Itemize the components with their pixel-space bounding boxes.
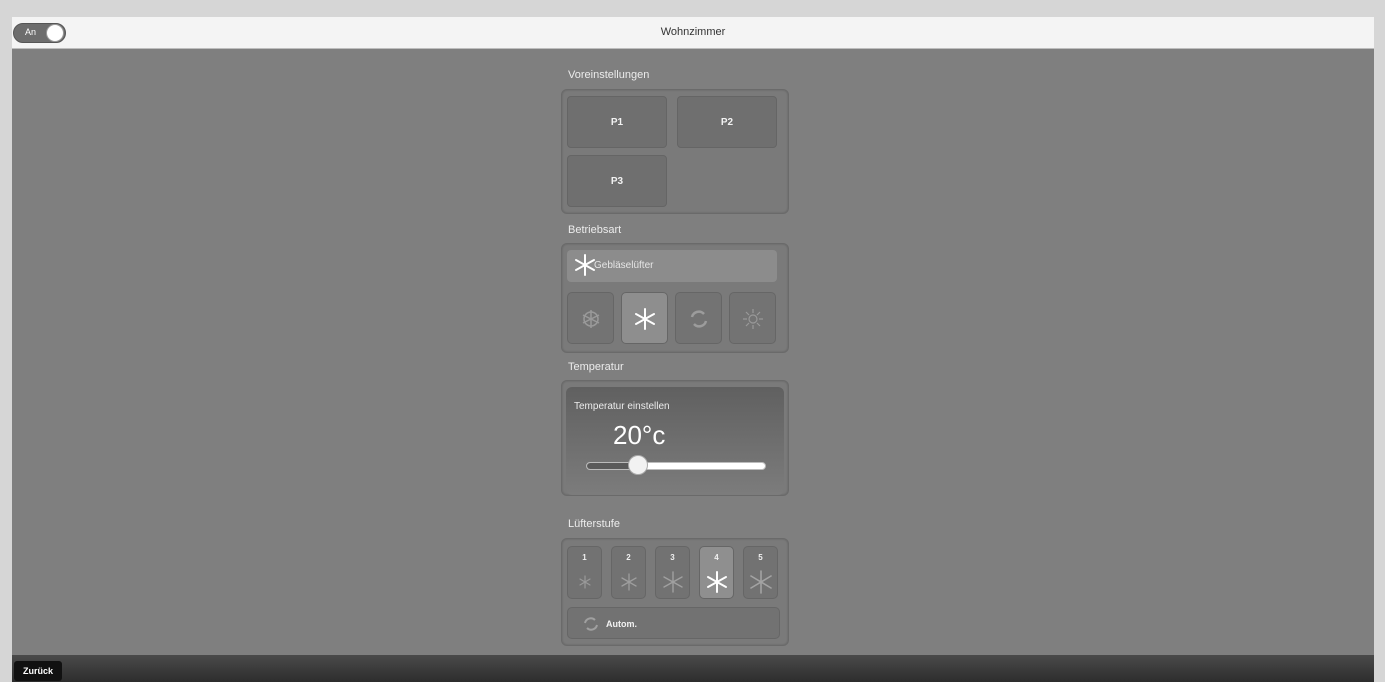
presets-panel: P1 P2 P3: [561, 89, 789, 214]
fan-level-2[interactable]: 2: [611, 546, 646, 599]
temperature-panel: Temperatur einstellen 20°c: [561, 380, 789, 496]
fan-level-1[interactable]: 1: [567, 546, 602, 599]
fan-level-4[interactable]: 4: [699, 546, 734, 599]
temperature-card: Temperatur einstellen 20°c: [566, 387, 784, 495]
mode-current-bar[interactable]: Gebläselüfter: [567, 250, 777, 282]
fan-level-label: 2: [626, 553, 631, 562]
fan-level-label: 5: [758, 553, 763, 562]
fan-icon: [574, 254, 596, 281]
fan-auto-label: Autom.: [606, 619, 637, 629]
mode-button-fan[interactable]: [621, 292, 668, 344]
room-title: Wohnzimmer: [660, 26, 726, 38]
fan-speed-panel: 1 2 3 4 5 Autom.: [561, 538, 789, 646]
fan-level-3[interactable]: 3: [655, 546, 690, 599]
mode-title: Betriebsart: [568, 224, 622, 236]
temperature-slider[interactable]: [586, 462, 766, 470]
footer-bar: Zurück: [12, 655, 1374, 682]
mode-button-auto[interactable]: [675, 292, 722, 344]
fan-level-label: 1: [582, 553, 587, 562]
preset-button-p1[interactable]: P1: [567, 96, 667, 148]
header-bar: An Wohnzimmer: [12, 17, 1374, 49]
temperature-label: Temperatur einstellen: [574, 401, 670, 412]
temperature-title: Temperatur: [568, 361, 624, 373]
fan-level-5[interactable]: 5: [743, 546, 778, 599]
fan-level-label: 4: [714, 553, 719, 562]
back-button[interactable]: Zurück: [14, 661, 62, 681]
presets-title: Voreinstellungen: [568, 69, 650, 81]
mode-button-heat[interactable]: [729, 292, 776, 344]
temperature-slider-handle[interactable]: [628, 455, 648, 475]
preset-button-p2[interactable]: P2: [677, 96, 777, 148]
fan-level-label: 3: [670, 553, 675, 562]
mode-current-label: Gebläselüfter: [594, 260, 654, 271]
fan-auto-button[interactable]: Autom.: [567, 607, 780, 639]
mode-panel: Gebläselüfter: [561, 243, 789, 353]
fan-speed-title: Lüfterstufe: [568, 518, 620, 530]
preset-button-p3[interactable]: P3: [567, 155, 667, 207]
mode-button-cool[interactable]: [567, 292, 614, 344]
temperature-value: 20°c: [613, 420, 666, 450]
